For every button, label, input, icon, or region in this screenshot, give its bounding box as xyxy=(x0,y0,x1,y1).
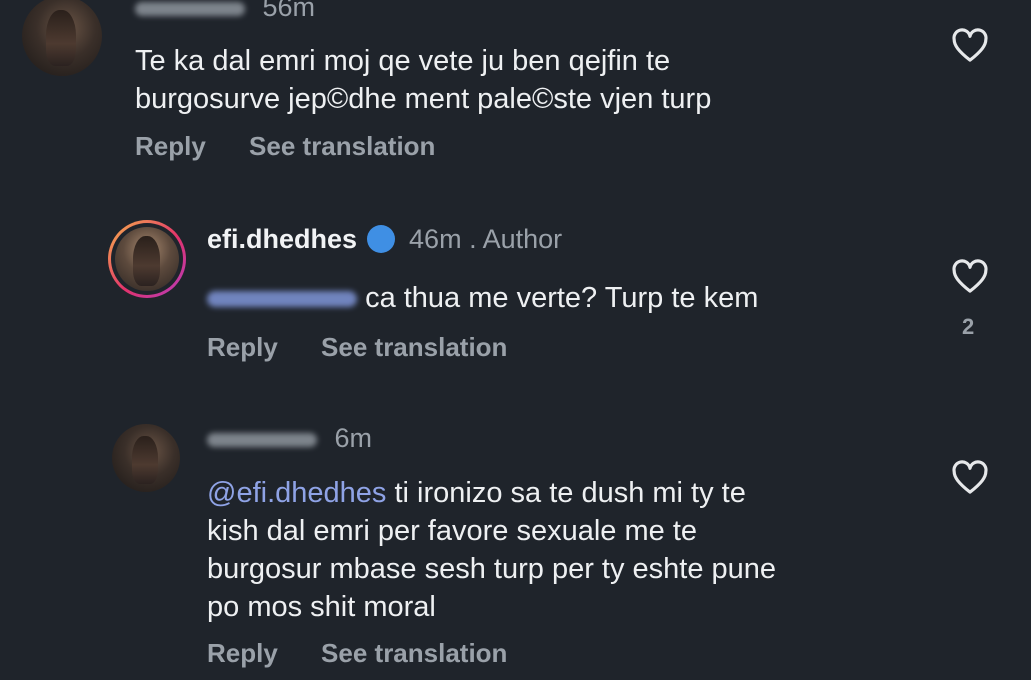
mention-redacted[interactable] xyxy=(207,291,357,308)
reply-button[interactable]: Reply xyxy=(207,332,278,362)
comment-time: 6m xyxy=(334,423,373,453)
comment-meta: 56m xyxy=(135,0,315,23)
reply-button[interactable]: Reply xyxy=(207,638,278,668)
comment-text-line: po mos shit moral xyxy=(207,591,436,623)
see-translation-button[interactable]: See translation xyxy=(249,131,435,161)
comment-meta: efi.dhedhes 46m . Author xyxy=(207,224,562,255)
comment-text-line: burgosur mbase sesh turp per ty eshte pu… xyxy=(207,553,777,585)
comment-text-line: @efi.dhedhes ti ironizo sa te dush mi ty… xyxy=(207,474,776,512)
username-redacted xyxy=(207,432,317,447)
meta-separator: . xyxy=(469,224,477,254)
comment-text-line: burgosurve jep©dhe ment pale©ste vjen tu… xyxy=(135,83,712,115)
comment-meta: 6m xyxy=(207,423,372,454)
verified-badge-icon xyxy=(367,225,396,253)
comment-text-line: kish dal emri per favore sexuale me te xyxy=(207,515,697,547)
avatar[interactable] xyxy=(22,0,102,76)
comment-actions: Reply See translation xyxy=(207,638,507,669)
author-label: Author xyxy=(482,224,563,254)
heart-outline-icon[interactable] xyxy=(950,458,990,498)
comment-text: @efi.dhedhes ti ironizo sa te dush mi ty… xyxy=(207,474,776,626)
comment-time: 46m xyxy=(409,224,462,254)
see-translation-button[interactable]: See translation xyxy=(321,638,507,668)
comment-text-line: ca thua me verte? Turp te kem xyxy=(365,282,759,314)
comment-actions: Reply See translation xyxy=(135,131,435,162)
avatar[interactable] xyxy=(108,220,186,298)
like-count: 2 xyxy=(962,314,975,339)
comment-text: ca thua me verte? Turp te kem xyxy=(207,279,758,317)
heart-outline-icon[interactable] xyxy=(950,257,990,297)
comment-username[interactable]: efi.dhedhes xyxy=(207,224,357,254)
comment-text-line: Te ka dal emri moj qe vete ju ben qejfin… xyxy=(135,45,671,77)
username-redacted xyxy=(135,1,245,16)
avatar[interactable] xyxy=(112,424,180,492)
avatar-image xyxy=(115,227,179,291)
mention-link[interactable]: @efi.dhedhes xyxy=(207,477,386,509)
comment-text: Te ka dal emri moj qe vete ju ben qejfin… xyxy=(135,42,711,118)
comment-time: 56m xyxy=(262,0,316,22)
heart-outline-icon[interactable] xyxy=(950,26,990,66)
see-translation-button[interactable]: See translation xyxy=(321,332,507,362)
reply-button[interactable]: Reply xyxy=(135,131,206,161)
comment-text-segment: ti ironizo sa te dush mi ty te xyxy=(394,477,746,509)
comment-actions: Reply See translation xyxy=(207,332,507,363)
